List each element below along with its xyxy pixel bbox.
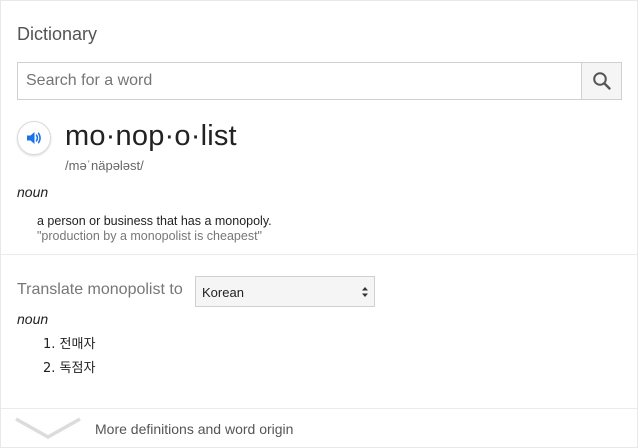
translation-list: 1. 전매자 2. 독점자 (43, 337, 95, 385)
section-divider (1, 254, 637, 255)
translation-item: 1. 전매자 (43, 337, 95, 361)
headword: mo·nop·o·list (65, 120, 237, 152)
definition-text: a person or business that has a monopoly… (37, 214, 272, 228)
search-icon (592, 72, 611, 90)
translation-number: 1. (43, 337, 56, 352)
part-of-speech: noun (17, 184, 49, 200)
search-box (17, 62, 622, 100)
language-select-value: Korean (202, 285, 244, 300)
select-arrows-icon (362, 287, 368, 297)
chevron-down-icon (15, 417, 81, 440)
phonetic-spelling: /məˈnäpələst/ (65, 158, 144, 173)
translation-part-of-speech: noun (17, 311, 49, 327)
example-sentence: "production by a monopolist is cheapest" (37, 229, 262, 243)
search-button[interactable] (581, 63, 621, 99)
more-definitions-label: More definitions and word origin (95, 421, 294, 437)
translation-text: 독점자 (59, 361, 96, 376)
card-title: Dictionary (17, 24, 98, 44)
language-select[interactable]: Korean (195, 276, 375, 307)
pronunciation-button[interactable] (17, 121, 51, 155)
translation-text: 전매자 (59, 337, 96, 352)
translation-item: 2. 독점자 (43, 361, 95, 385)
more-definitions-button[interactable]: More definitions and word origin (1, 409, 637, 447)
translation-number: 2. (43, 361, 56, 376)
speaker-icon (27, 132, 41, 144)
dictionary-card: Dictionary mo·nop·o·list /məˈnäpələst/ n… (0, 0, 638, 448)
translate-label: Translate monopolist to (17, 281, 183, 298)
search-input[interactable] (18, 63, 582, 99)
